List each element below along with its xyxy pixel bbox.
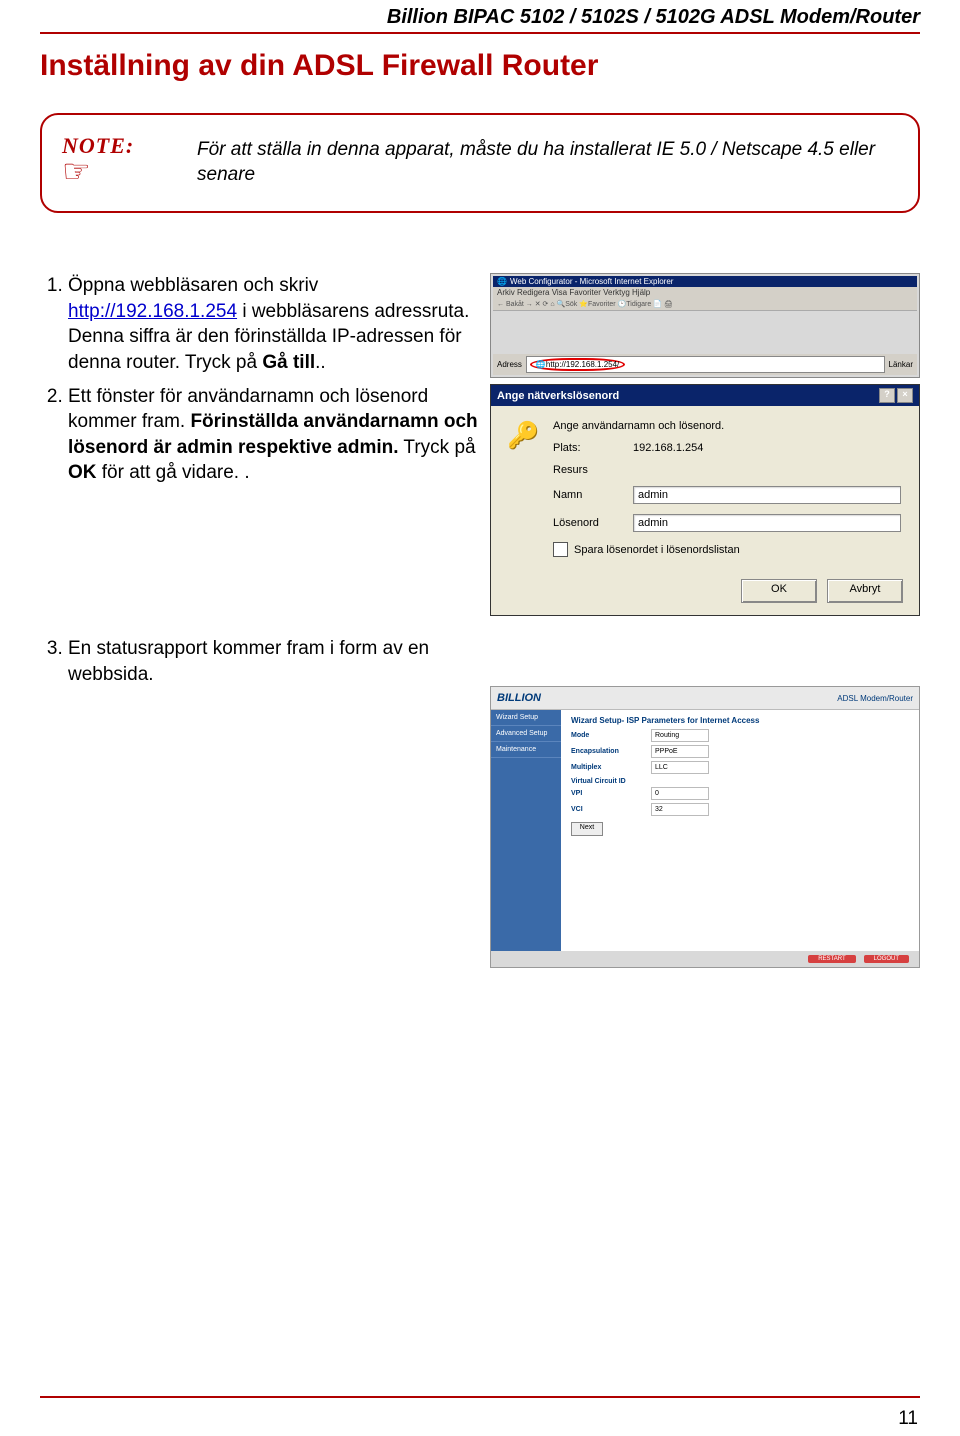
key-icon: 🔑 [507,420,539,452]
note-icon: NOTE: ☞ [62,133,172,193]
restart-button[interactable]: RESTART [808,955,855,963]
address-label: Adress [497,360,522,369]
step-3: En statusrapport kommer fram i form av e… [68,636,480,687]
mode-label: Mode [571,732,651,739]
nav-maintenance[interactable]: Maintenance [491,742,561,758]
vcid-label: Virtual Circuit ID [571,778,909,785]
ie-titlebar: 🌐Web Configurator - Microsoft Internet E… [493,276,917,287]
footer-rule [40,1396,920,1398]
circled-url: 🌐 http://192.168.1.254/ [530,358,625,371]
encap-label: Encapsulation [571,748,651,755]
resurs-label: Resurs [553,464,633,476]
screenshot-ie-address: 🌐Web Configurator - Microsoft Internet E… [490,273,920,378]
hand-icon: ☞ [62,155,172,187]
vpi-label: VPI [571,790,651,797]
router-header-text: ADSL Modem/Router [837,694,913,703]
router-url-link[interactable]: http://192.168.1.254 [68,301,237,322]
nav-advanced[interactable]: Advanced Setup [491,726,561,742]
mode-select[interactable]: Routing [651,729,709,742]
step2-text-e: för att gå vidare. . [97,462,250,483]
address-input[interactable]: 🌐 http://192.168.1.254/ [526,356,885,373]
losen-label: Lösenord [553,517,633,529]
ie-menubar: Arkiv Redigera Visa Favoriter Verktyg Hj… [493,287,917,298]
nav-wizard[interactable]: Wizard Setup [491,710,561,726]
product-header: Billion BIPAC 5102 / 5102S / 5102G ADSL … [40,0,920,32]
step3-text: En statusrapport kommer fram i form av e… [68,638,429,685]
screenshot-auth-dialog: Ange nätverkslösenord ? × 🔑 Ange använda… [490,384,920,616]
dialog-title-text: Ange nätverkslösenord [497,390,619,402]
vci-label: VCI [571,806,651,813]
router-nav: Wizard Setup Advanced Setup Maintenance [491,710,561,951]
close-icon[interactable]: × [897,388,913,403]
note-callout: NOTE: ☞ För att ställa in denna apparat,… [40,113,920,213]
step1-text-d: .. [315,352,326,373]
cancel-button[interactable]: Avbryt [827,579,903,603]
plats-label: Plats: [553,442,633,454]
links-label: Länkar [889,360,913,369]
next-button[interactable]: Next [571,822,603,836]
encap-select[interactable]: PPPoE [651,745,709,758]
router-main-title: Wizard Setup- ISP Parameters for Interne… [571,716,909,725]
address-value: http://192.168.1.254/ [546,360,619,369]
ie-title-text: Web Configurator - Microsoft Internet Ex… [510,277,673,286]
step2-bold-b: OK [68,462,97,483]
losen-input[interactable]: admin [633,514,901,532]
save-password-checkbox[interactable] [553,542,568,557]
namn-label: Namn [553,489,633,501]
step1-text-a: Öppna webbläsaren och skriv [68,275,318,296]
ie-toolbar: ← Bakåt → ✕ ⟳ ⌂ 🔍Sök ⭐Favoriter 🕑Tidigar… [493,298,917,311]
vpi-input[interactable]: 0 [651,787,709,800]
ie-address-row: Adress 🌐 http://192.168.1.254/ Länkar [493,354,917,375]
help-icon[interactable]: ? [879,388,895,403]
step-2: Ett fönster för användarnamn och lösenor… [68,384,480,487]
screenshot-router-ui: BILLION ADSL Modem/Router Wizard Setup A… [490,686,920,968]
note-body: För att ställa in denna apparat, måste d… [197,138,888,187]
save-password-label: Spara lösenordet i lösenordslistan [574,544,740,556]
router-logo: BILLION [497,692,541,704]
multi-select[interactable]: LLC [651,761,709,774]
dialog-prompt: Ange användarnamn och lösenord. [553,420,901,432]
header-rule [40,32,920,34]
vci-input[interactable]: 32 [651,803,709,816]
page-number: 11 [898,1408,918,1430]
logout-button[interactable]: LOGOUT [864,955,909,963]
ok-button[interactable]: OK [741,579,817,603]
plats-value: 192.168.1.254 [633,442,901,454]
namn-input[interactable]: admin [633,486,901,504]
dialog-titlebar: Ange nätverkslösenord ? × [491,385,919,406]
step1-bold: Gå till [262,352,315,373]
step-1: Öppna webbläsaren och skriv http://192.1… [68,273,480,376]
multi-label: Multiplex [571,764,651,771]
page-title: Inställning av din ADSL Firewall Router [40,49,920,83]
step2-text-c: Tryck på [399,437,476,458]
